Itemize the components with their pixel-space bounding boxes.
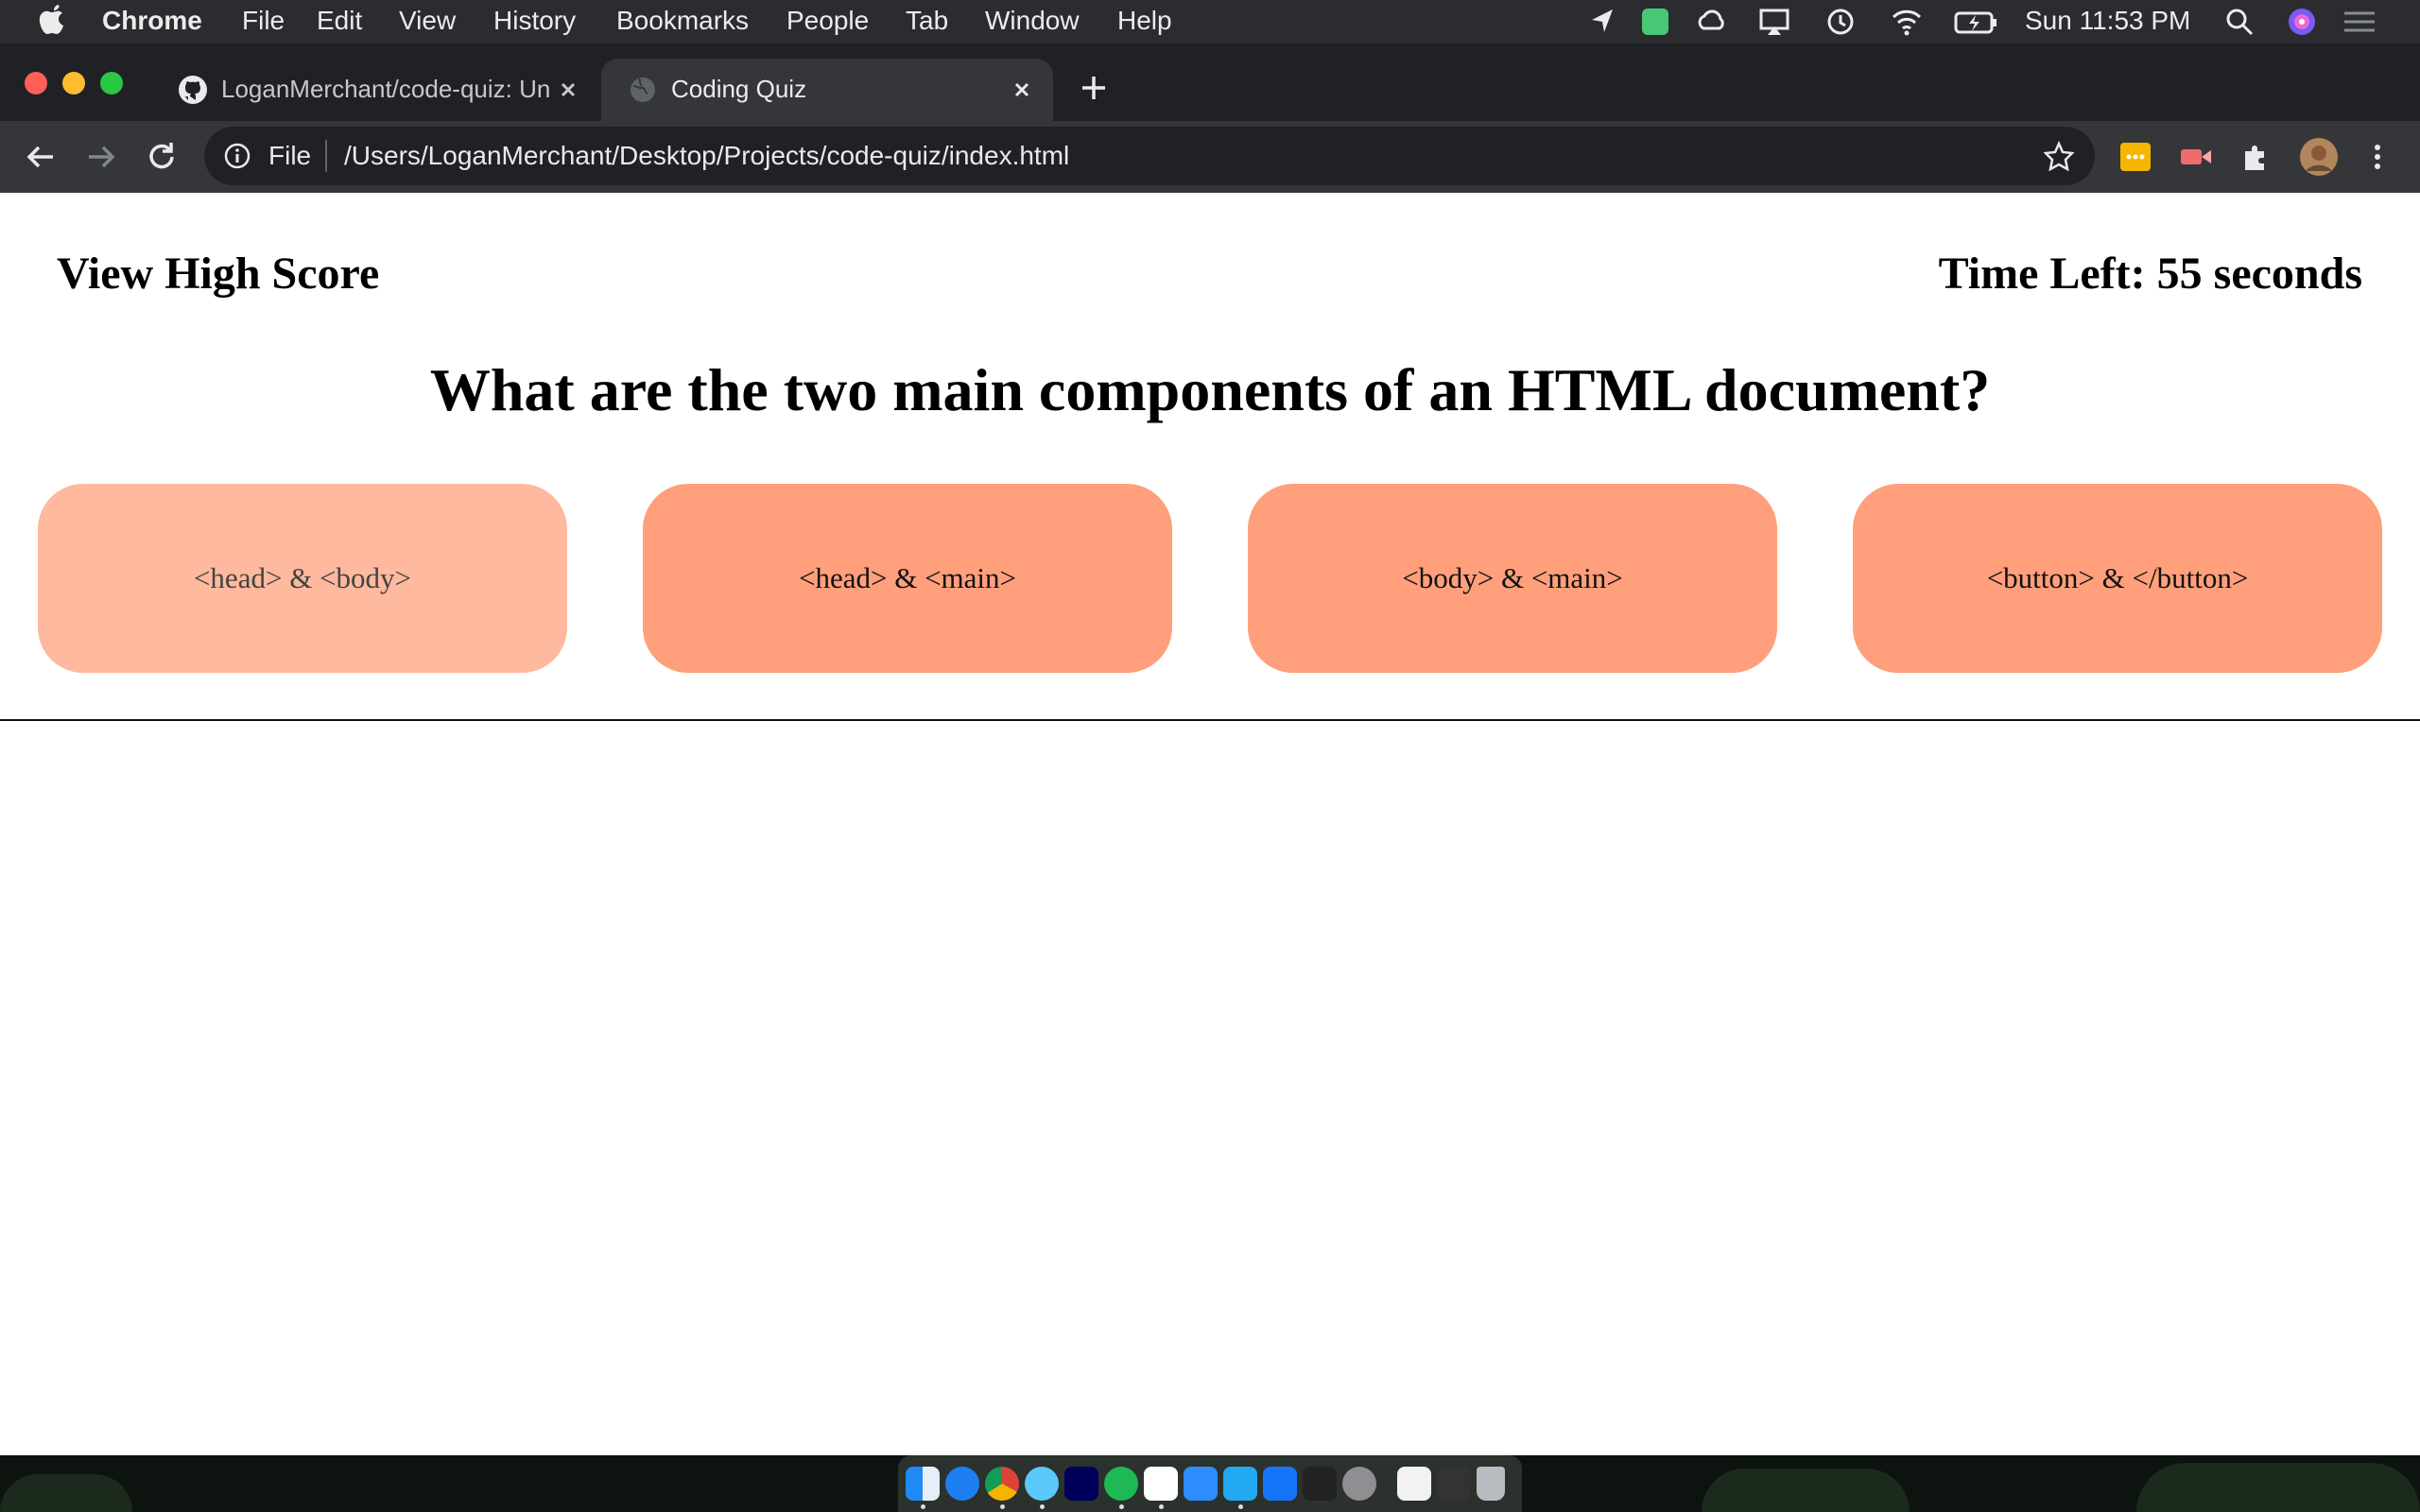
- tab-title: Coding Quiz: [671, 75, 807, 103]
- airplay-icon[interactable]: [1758, 6, 1790, 38]
- notification-center-icon[interactable]: [2341, 6, 2378, 38]
- info-icon[interactable]: [223, 142, 251, 170]
- spotify-icon[interactable]: [1104, 1467, 1138, 1501]
- answer-button-3[interactable]: <body> & <main>: [1248, 484, 1777, 673]
- tab-title: LoganMerchant/code-quiz: Uni: [221, 75, 550, 103]
- chrome-toolbar: File /Users/LoganMerchant/Desktop/Projec…: [0, 121, 2420, 193]
- audition-icon[interactable]: [1064, 1467, 1098, 1501]
- xcode-icon[interactable]: [1263, 1467, 1297, 1501]
- reload-icon[interactable]: [144, 139, 180, 175]
- macos-menu-bar: Chrome File Edit View History Bookmarks …: [0, 0, 2420, 43]
- wifi-icon[interactable]: [1891, 6, 1923, 38]
- running-indicator: [1000, 1504, 1005, 1509]
- running-indicator: [1040, 1504, 1045, 1509]
- menu-history[interactable]: History: [493, 6, 576, 36]
- slack-icon[interactable]: [1144, 1467, 1178, 1501]
- menu-view[interactable]: View: [399, 6, 456, 36]
- window-close-button[interactable]: [25, 72, 47, 94]
- menu-tab[interactable]: Tab: [906, 6, 948, 36]
- zoom-icon[interactable]: [1184, 1467, 1218, 1501]
- preview-icon[interactable]: [1397, 1467, 1431, 1501]
- battery-charging-icon[interactable]: [1953, 6, 1998, 38]
- window-minimize-button[interactable]: [62, 72, 85, 94]
- location-arrow-icon[interactable]: [1586, 6, 1618, 38]
- menubar-clock[interactable]: Sun 11:53 PM: [2025, 6, 2190, 36]
- extensions-puzzle-icon[interactable]: [2238, 139, 2274, 175]
- forward-arrow-icon[interactable]: [83, 139, 119, 175]
- menu-people[interactable]: People: [786, 6, 869, 36]
- bookmark-star-icon[interactable]: [2044, 141, 2074, 171]
- running-indicator: [1119, 1504, 1124, 1509]
- profile-avatar-icon[interactable]: [2299, 137, 2339, 177]
- creative-cloud-icon[interactable]: [1696, 6, 1728, 38]
- macos-dock: [898, 1455, 1522, 1512]
- running-indicator: [921, 1504, 925, 1509]
- app-store-icon[interactable]: [945, 1467, 979, 1501]
- address-bar[interactable]: File /Users/LoganMerchant/Desktop/Projec…: [204, 127, 2095, 185]
- menu-file[interactable]: File: [242, 6, 285, 36]
- menu-edit[interactable]: Edit: [317, 6, 362, 36]
- answers-divider: [0, 719, 2420, 721]
- tab-close-icon[interactable]: [552, 74, 584, 106]
- running-indicator: [1159, 1504, 1164, 1509]
- answer-button-1[interactable]: <head> & <body>: [38, 484, 567, 673]
- answer-button-2[interactable]: <head> & <main>: [643, 484, 1172, 673]
- time-left-timer: Time Left: 55 seconds: [1938, 249, 2362, 299]
- evernote-green-icon[interactable]: [1639, 6, 1671, 38]
- back-arrow-icon[interactable]: [23, 139, 59, 175]
- apple-logo-icon[interactable]: [38, 3, 66, 39]
- desktop-tree-silhouette: [1702, 1469, 1910, 1512]
- omnibox-divider: [325, 140, 327, 172]
- running-indicator: [1238, 1504, 1243, 1509]
- url-text[interactable]: /Users/LoganMerchant/Desktop/Projects/co…: [344, 141, 1069, 171]
- github-icon: [179, 76, 207, 104]
- desktop-tree-silhouette: [2136, 1463, 2420, 1512]
- siri-icon[interactable]: [2286, 6, 2318, 38]
- new-tab-plus-icon[interactable]: [1078, 72, 1110, 104]
- menu-window[interactable]: Window: [985, 6, 1080, 36]
- menu-help[interactable]: Help: [1117, 6, 1172, 36]
- system-preferences-icon[interactable]: [1342, 1467, 1376, 1501]
- desktop-tree-silhouette: [0, 1474, 132, 1512]
- quiz-page: View High Score Time Left: 55 seconds Wh…: [0, 193, 2420, 1455]
- tab-coding-quiz[interactable]: Coding Quiz: [601, 59, 1053, 121]
- globe-icon: [631, 77, 655, 102]
- messages-icon[interactable]: [1025, 1467, 1059, 1501]
- screen-recorder-extension-icon[interactable]: [2178, 139, 2214, 175]
- terminal-icon[interactable]: [1303, 1467, 1337, 1501]
- tab-github[interactable]: LoganMerchant/code-quiz: Uni: [151, 59, 596, 121]
- chrome-menu-kebab-icon[interactable]: [2360, 139, 2395, 175]
- scheme-label[interactable]: File: [268, 141, 311, 171]
- quiz-question: What are the two main components of an H…: [429, 356, 1991, 423]
- window-zoom-button[interactable]: [100, 72, 123, 94]
- activity-monitor-icon[interactable]: [1437, 1467, 1471, 1501]
- menu-app-name[interactable]: Chrome: [102, 6, 202, 36]
- chrome-tab-strip: LoganMerchant/code-quiz: Uni Coding Quiz: [0, 43, 2420, 121]
- vscode-icon[interactable]: [1223, 1467, 1257, 1501]
- chrome-icon[interactable]: [985, 1467, 1019, 1501]
- time-machine-icon[interactable]: [1824, 6, 1857, 38]
- view-high-score-link[interactable]: View High Score: [57, 248, 379, 300]
- menu-bookmarks[interactable]: Bookmarks: [616, 6, 749, 36]
- answer-button-4[interactable]: <button> & </button>: [1853, 484, 2382, 673]
- finder-icon[interactable]: [906, 1467, 940, 1501]
- trash-icon[interactable]: [1477, 1467, 1505, 1501]
- spotlight-search-icon[interactable]: [2223, 6, 2256, 38]
- tab-close-icon[interactable]: [1006, 74, 1038, 106]
- keep-extension-icon[interactable]: [2118, 139, 2153, 175]
